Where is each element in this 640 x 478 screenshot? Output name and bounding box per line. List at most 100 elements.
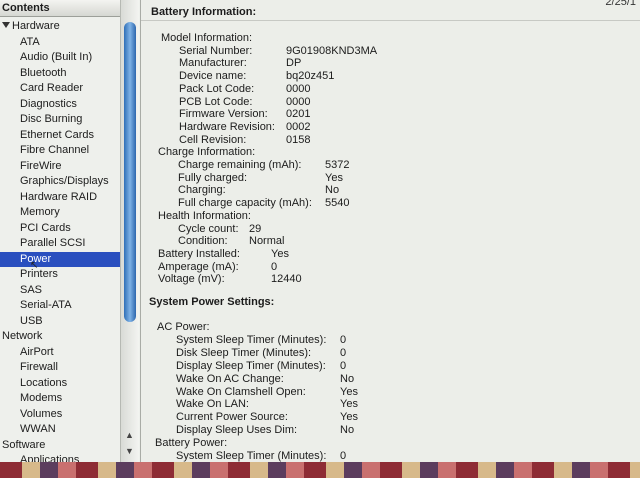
tree-item[interactable]: Bluetooth [0, 66, 122, 82]
tree-item-label: AirPort [20, 345, 54, 358]
tree-item-label: SAS [20, 283, 43, 296]
field-value: bq20z451 [286, 70, 335, 83]
tree-category[interactable]: Software [0, 438, 122, 454]
field-value: No [340, 372, 355, 385]
tree-item[interactable]: ATA [0, 35, 122, 51]
tree-item[interactable]: AirPort [0, 345, 122, 361]
tree-category[interactable]: Hardware [0, 19, 122, 35]
field-value: 0 [340, 359, 347, 372]
field-label: Charge remaining (mAh): [178, 159, 302, 171]
field-label: PCB Lot Code: [179, 95, 253, 108]
tree-item-label: WWAN [20, 423, 56, 435]
ac-power-heading: AC Power: [157, 321, 210, 333]
tree-item[interactable]: Serial-ATA [0, 298, 122, 314]
tree-item[interactable]: Memory [0, 205, 122, 221]
tree-item[interactable]: WWAN [0, 422, 122, 438]
tree-item-label: USB [20, 314, 43, 327]
field-label: Display Sleep Timer (Minutes): [176, 359, 326, 372]
detail-pane: Battery Information: 2/25/1 Model Inform… [141, 0, 640, 462]
field-value: 0002 [286, 120, 311, 133]
field-value: No [340, 424, 355, 437]
field-label: Firmware Version: [179, 108, 268, 121]
scroll-thumb[interactable] [124, 22, 136, 322]
tree-item[interactable]: Card Reader [0, 81, 122, 97]
sidebar-scrollbar[interactable]: ▲ ▼ [120, 0, 139, 462]
field-value: 0000 [286, 95, 311, 108]
tree-item[interactable]: Fibre Channel [0, 143, 122, 159]
scroll-down-arrow-icon[interactable]: ▼ [125, 446, 134, 456]
tree-item[interactable]: Firewall [0, 360, 122, 376]
field-label: Full charge capacity (mAh): [178, 197, 312, 210]
tree-item[interactable]: Applications [0, 453, 122, 462]
field-label: Hardware Revision: [179, 120, 275, 133]
tree-item[interactable]: SAS [0, 283, 122, 299]
field-label: Display Sleep Uses Dim: [176, 424, 298, 437]
field-value: Yes [340, 385, 358, 398]
tree-item-label: ATA [20, 35, 40, 48]
field-label: Wake On Clamshell Open: [176, 385, 306, 398]
tree-item[interactable]: FireWire [0, 159, 122, 175]
field-value: Yes [271, 247, 289, 260]
tree-item[interactable]: PCI Cards [0, 221, 122, 237]
field-value: 12440 [271, 273, 302, 286]
field-label: Charging: [178, 184, 226, 197]
charge-info-heading: Charge Information: [158, 146, 256, 159]
field-value: DP [286, 57, 302, 70]
tree-item-label: Printers [20, 268, 58, 280]
field-label: Battery Installed: [158, 247, 240, 260]
tree-item[interactable]: Audio (Built In) [0, 50, 122, 66]
field-value: 9G01908KND3MA [286, 44, 378, 57]
field-label: Condition: [178, 235, 228, 248]
tree-item-label: Disc Burning [20, 113, 83, 125]
tree-item[interactable]: Disc Burning [0, 112, 122, 128]
tree-item[interactable]: Power ↖ [0, 251, 122, 271]
tree-item[interactable]: Graphics/Displays [0, 174, 122, 190]
field-label: Serial Number: [179, 44, 253, 57]
field-label: Wake On LAN: [176, 398, 249, 411]
tree-item-label: Audio (Built In) [20, 51, 93, 63]
system-profiler-window: Contents Hardware ATA Audio (Built In) Blue… [0, 0, 640, 462]
tree-item[interactable]: Printers [0, 267, 122, 283]
field-value: Normal [249, 235, 285, 248]
tree-item-label: Locations [20, 376, 68, 389]
battery-power-heading: Battery Power: [155, 437, 228, 450]
tree-item-label: Ethernet Cards [20, 128, 94, 141]
tree-item[interactable]: Volumes [0, 407, 122, 423]
tree-item[interactable]: Locations [0, 376, 122, 392]
tree-item[interactable]: Hardware RAID [0, 190, 122, 206]
tree-item-label: Hardware [12, 20, 60, 32]
tree-item[interactable]: Parallel SCSI [0, 236, 122, 252]
desk-surface [0, 462, 640, 478]
tree-category[interactable]: Network [0, 329, 122, 345]
field-label: Device name: [179, 70, 247, 83]
tree-item-label: Diagnostics [20, 97, 77, 110]
tree-item-label: Applications [20, 454, 80, 462]
tree-item-label: Fibre Channel [20, 144, 90, 156]
contents-sidebar: Contents Hardware ATA Audio (Built In) Blue… [0, 0, 141, 462]
tree-item[interactable]: Ethernet Cards [0, 128, 122, 144]
tree-item[interactable]: Modems [0, 391, 122, 407]
divider [141, 20, 640, 21]
tree-item-label: Serial-ATA [20, 299, 72, 311]
tree-item[interactable]: Diagnostics [0, 97, 122, 113]
contents-header[interactable]: Contents [0, 0, 126, 17]
power-settings-title: System Power Settings: [149, 296, 275, 308]
field-value: 0000 [286, 82, 311, 95]
tree-item-label: Modems [20, 392, 63, 404]
field-label: Cell Revision: [179, 133, 247, 146]
field-value: No [325, 184, 340, 197]
field-label: Pack Lot Code: [179, 82, 255, 95]
tree-item-label: Hardware RAID [20, 190, 98, 203]
field-value: 0 [271, 260, 278, 273]
tree-item-label: Bluetooth [20, 66, 67, 79]
field-value: Yes [340, 411, 358, 424]
field-label: Manufacturer: [179, 57, 247, 70]
tree-item-label: Parallel SCSI [20, 237, 86, 249]
scroll-up-arrow-icon[interactable]: ▲ [125, 430, 134, 440]
field-value: Yes [340, 398, 358, 411]
health-info-heading: Health Information: [158, 209, 251, 222]
field-label: System Sleep Timer (Minutes): [176, 450, 327, 462]
disclosure-triangle-icon[interactable] [2, 22, 10, 28]
tree-item[interactable]: USB [0, 314, 122, 330]
tree-item-label: Firewall [20, 361, 58, 373]
